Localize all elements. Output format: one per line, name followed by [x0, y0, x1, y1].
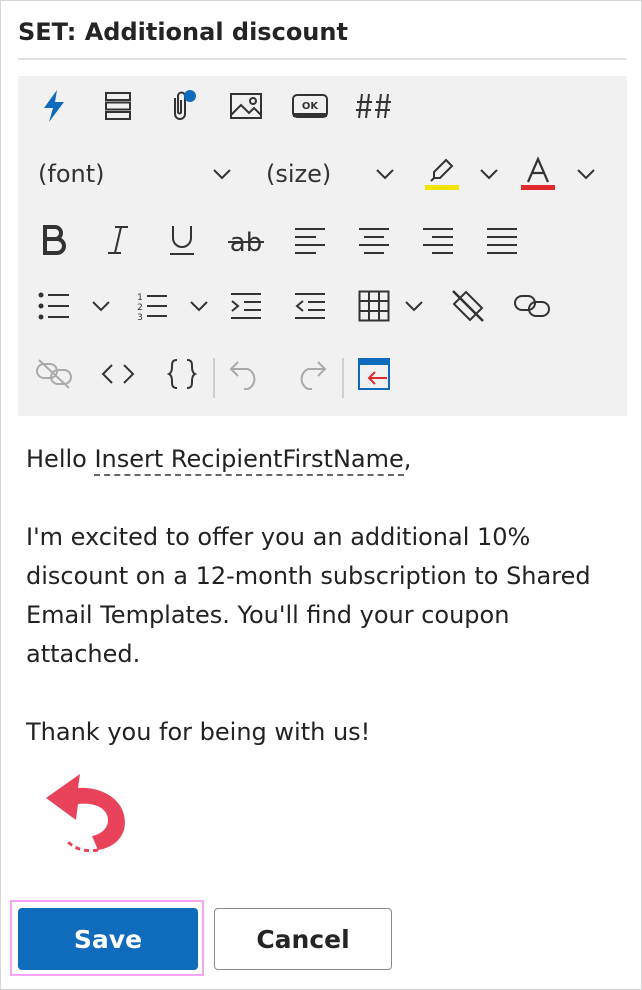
- image-icon[interactable]: [224, 84, 268, 128]
- numbered-list-icon[interactable]: 123: [130, 284, 174, 328]
- editor-toolbar: OK (font) (size) ab 1 2 3: [18, 76, 627, 416]
- strikethrough-icon[interactable]: ab: [224, 218, 268, 262]
- font-dropdown-label: (font): [38, 160, 105, 188]
- attachment-icon[interactable]: [160, 84, 204, 128]
- insert-icon[interactable]: [352, 352, 396, 396]
- justify-icon[interactable]: [480, 218, 524, 262]
- fields-list-icon[interactable]: [96, 84, 140, 128]
- toolbar-row-1: OK: [18, 84, 627, 140]
- email-body[interactable]: Hello Insert RecipientFirstName, I'm exc…: [26, 440, 616, 752]
- recipient-variable[interactable]: Insert RecipientFirstName: [94, 445, 404, 476]
- font-color-icon[interactable]: [516, 152, 560, 196]
- toolbar-row-4: 123: [18, 284, 627, 340]
- body-paragraph: I'm excited to offer you an additional 1…: [26, 523, 591, 668]
- svg-text:OK: OK: [302, 101, 320, 112]
- underline-icon[interactable]: [160, 218, 204, 262]
- lightning-icon[interactable]: [32, 84, 76, 128]
- bold-icon[interactable]: [32, 218, 76, 262]
- align-right-icon[interactable]: [416, 218, 460, 262]
- braces-icon[interactable]: [160, 352, 204, 396]
- font-dropdown[interactable]: (font): [38, 152, 198, 196]
- hashtag-icon[interactable]: [352, 84, 396, 128]
- indent-icon[interactable]: [224, 284, 268, 328]
- link-icon[interactable]: [510, 284, 554, 328]
- italic-icon[interactable]: [96, 218, 140, 262]
- outdent-icon[interactable]: [288, 284, 332, 328]
- code-icon[interactable]: [96, 352, 140, 396]
- toolbar-separator: [342, 358, 344, 398]
- svg-text:1: 1: [137, 293, 143, 303]
- align-center-icon[interactable]: [352, 218, 396, 262]
- toolbar-row-5: [18, 352, 627, 408]
- table-chevron-down-icon[interactable]: [399, 284, 429, 328]
- font-chevron-down-icon[interactable]: [207, 152, 237, 196]
- toolbar-row-3: ab: [18, 218, 627, 274]
- font-color-chevron-down-icon[interactable]: [571, 152, 601, 196]
- clear-format-icon[interactable]: [446, 284, 490, 328]
- size-chevron-down-icon[interactable]: [370, 152, 400, 196]
- toolbar-separator: [213, 358, 215, 398]
- size-dropdown[interactable]: (size): [266, 152, 366, 196]
- ok-button-icon[interactable]: OK: [288, 84, 332, 128]
- save-button[interactable]: Save: [18, 908, 198, 970]
- bullet-list-icon[interactable]: [32, 284, 76, 328]
- greeting-punctuation: ,: [403, 445, 412, 473]
- cancel-button[interactable]: Cancel: [214, 908, 392, 970]
- toolbar-row-2: (font) (size): [18, 152, 627, 208]
- closing-line: Thank you for being with us!: [26, 718, 371, 746]
- redo-icon[interactable]: [288, 352, 332, 396]
- table-icon[interactable]: [352, 284, 396, 328]
- bullet-list-chevron-down-icon[interactable]: [86, 284, 116, 328]
- align-left-icon[interactable]: [288, 218, 332, 262]
- unlink-icon[interactable]: [32, 352, 76, 396]
- size-dropdown-label: (size): [266, 160, 332, 188]
- template-title: SET: Additional discount: [18, 14, 626, 60]
- svg-text:3: 3: [137, 313, 143, 322]
- undo-arrow-icon: [40, 770, 136, 866]
- numbered-list-chevron-down-icon[interactable]: [184, 284, 214, 328]
- undo-icon[interactable]: [224, 352, 268, 396]
- highlight-chevron-down-icon[interactable]: [474, 152, 504, 196]
- svg-text:2: 2: [137, 303, 143, 313]
- greeting-text: Hello: [26, 445, 95, 473]
- highlight-icon[interactable]: [420, 152, 464, 196]
- greeting-line: Hello Insert RecipientFirstName,: [26, 440, 616, 479]
